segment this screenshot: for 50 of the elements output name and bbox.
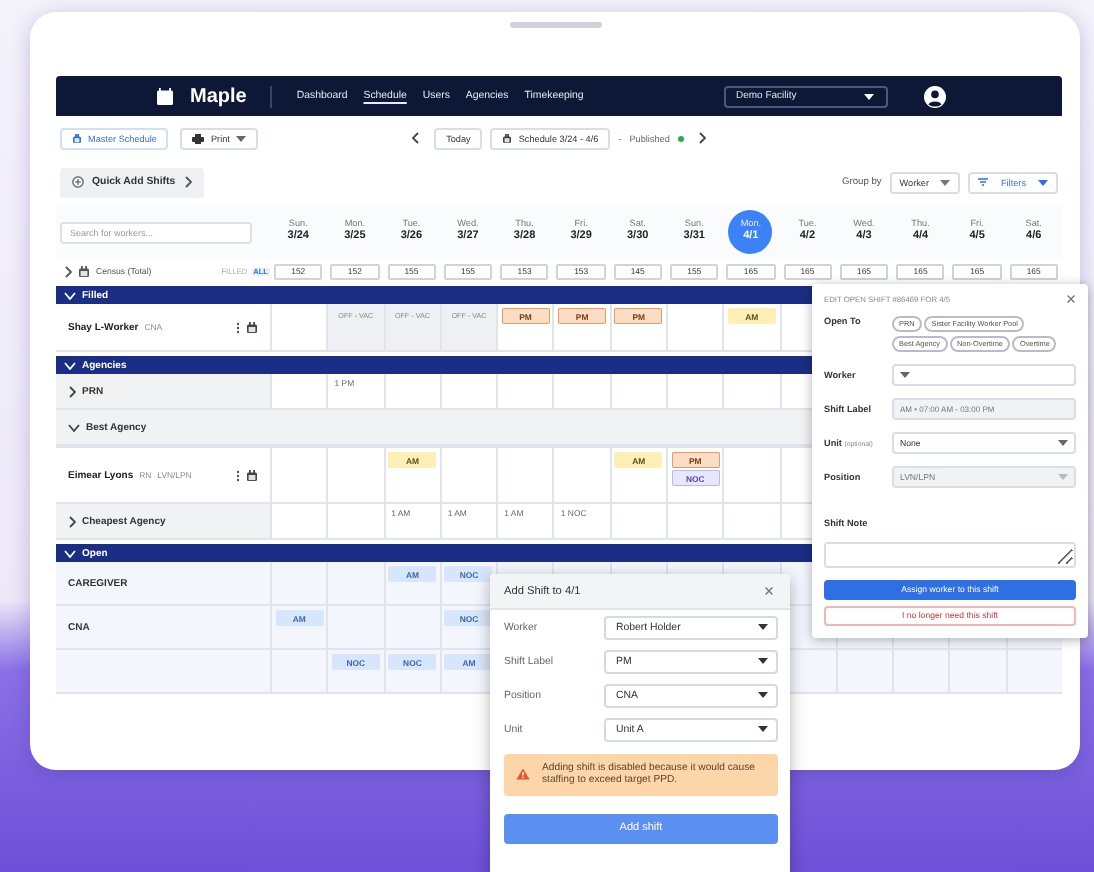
calendar-icon	[72, 133, 82, 143]
calendar-icon	[78, 265, 90, 277]
select-field[interactable]	[892, 363, 1076, 385]
calendar-icon	[246, 469, 258, 481]
caret-icon	[758, 658, 768, 664]
caret-icon	[758, 624, 768, 630]
caret-icon	[235, 135, 246, 141]
chevron-down-icon[interactable]	[68, 423, 80, 431]
schedule-cell[interactable]	[948, 650, 1006, 694]
schedule-cell[interactable]	[270, 650, 327, 694]
caret-icon	[1058, 439, 1068, 445]
chevron-down-icon	[64, 549, 76, 557]
calendar-icon	[246, 321, 258, 333]
schedule-cell[interactable]	[835, 650, 893, 694]
chevron-right-icon[interactable]	[68, 385, 76, 397]
chevron-left-icon	[412, 132, 421, 144]
note-field[interactable]	[824, 541, 1076, 567]
chevron-right-icon	[183, 176, 192, 188]
close-button[interactable]	[764, 586, 774, 596]
schedule-cell[interactable]	[609, 504, 666, 540]
expand-icon	[64, 265, 72, 277]
app-logo: Maple	[190, 85, 247, 107]
schedule-cell[interactable]	[722, 504, 780, 540]
caret-icon	[864, 93, 874, 99]
chevron-right-icon[interactable]	[68, 515, 76, 527]
calendar-icon	[156, 87, 174, 105]
close-icon	[1066, 294, 1076, 304]
caret-icon	[1058, 473, 1068, 479]
chevron-down-icon	[64, 291, 76, 299]
close-icon	[764, 586, 774, 596]
calendar-icon	[502, 133, 513, 143]
caret-icon	[758, 726, 768, 732]
schedule-cell[interactable]	[666, 504, 723, 540]
chevron-down-icon	[64, 361, 76, 369]
caret-icon	[1038, 179, 1048, 185]
filter-icon	[978, 178, 989, 186]
schedule-cell[interactable]	[666, 304, 723, 352]
printer-icon	[192, 133, 205, 143]
warning-icon	[516, 768, 530, 781]
schedule-cell[interactable]	[326, 504, 384, 540]
published-dot	[677, 135, 684, 141]
caret-icon	[940, 179, 951, 185]
tablet-handle	[510, 22, 602, 28]
plus-circle-icon	[72, 176, 84, 188]
schedule-cell[interactable]	[270, 504, 327, 540]
chevron-right-icon	[697, 132, 706, 144]
avatar-icon[interactable]	[924, 85, 946, 107]
schedule-cell[interactable]	[892, 650, 949, 694]
schedule-cell[interactable]	[1005, 650, 1062, 694]
close-button[interactable]	[1066, 294, 1076, 304]
